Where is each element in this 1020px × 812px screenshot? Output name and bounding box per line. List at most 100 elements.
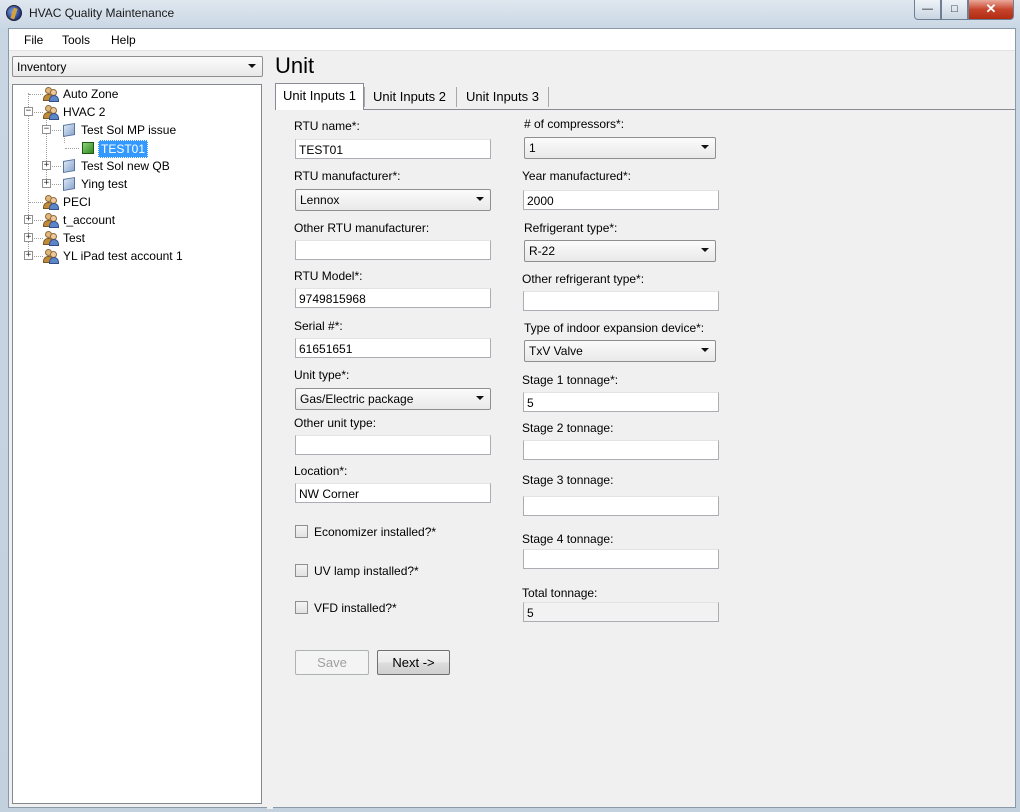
- menu-help[interactable]: Help: [111, 33, 136, 47]
- expand-icon[interactable]: +: [24, 215, 33, 224]
- save-button[interactable]: Save: [295, 650, 369, 675]
- tab-unit-inputs-1[interactable]: Unit Inputs 1: [275, 83, 364, 110]
- maximize-button[interactable]: □: [941, 0, 968, 20]
- tree-item-test-sol-new-qb[interactable]: + Test Sol new QB: [13, 157, 261, 175]
- tree-item-hvac-2[interactable]: − HVAC 2: [13, 103, 261, 121]
- chevron-down-icon: [701, 348, 709, 352]
- compressors-dropdown[interactable]: 1: [524, 137, 716, 159]
- tab-unit-inputs-3[interactable]: Unit Inputs 3: [459, 85, 546, 109]
- chevron-down-icon: [248, 64, 256, 68]
- uv-lamp-label: UV lamp installed?*: [314, 564, 419, 578]
- collapse-icon[interactable]: −: [42, 125, 51, 134]
- other-unit-type-input[interactable]: [295, 435, 491, 455]
- tree-item-peci[interactable]: PECI: [13, 193, 261, 211]
- tree-item-label: Auto Zone: [63, 87, 119, 101]
- menu-file[interactable]: File: [24, 33, 43, 47]
- account-icon: [43, 230, 59, 246]
- tree-connector: [52, 130, 61, 131]
- tree-item-label: Test Sol MP issue: [81, 123, 177, 137]
- site-icon: [61, 158, 77, 174]
- inventory-dropdown-value: Inventory: [17, 60, 67, 74]
- unit-type-dropdown[interactable]: Gas/Electric package: [295, 388, 491, 410]
- tree-item-yl-ipad-test-account-1[interactable]: + YL iPad test account 1: [13, 247, 261, 265]
- collapse-icon[interactable]: −: [24, 107, 33, 116]
- tab-divider: [456, 87, 457, 107]
- rtu-model-input[interactable]: 9749815968: [295, 288, 491, 308]
- account-icon: [43, 248, 59, 264]
- window-title: HVAC Quality Maintenance: [29, 6, 175, 20]
- chevron-down-icon: [476, 396, 484, 400]
- year-manufactured-input[interactable]: 2000: [523, 190, 719, 210]
- expand-icon[interactable]: +: [24, 233, 33, 242]
- location-label: Location*:: [294, 464, 348, 478]
- tree-item-label: TEST01: [98, 140, 149, 158]
- tree-item-label: YL iPad test account 1: [63, 249, 183, 263]
- page-title: Unit: [275, 53, 315, 78]
- vfd-checkbox[interactable]: [295, 601, 308, 614]
- other-unit-type-label: Other unit type:: [294, 416, 377, 430]
- other-refrigerant-label: Other refrigerant type*:: [522, 272, 645, 286]
- rtu-manufacturer-value: Lennox: [300, 193, 340, 207]
- rtu-model-label: RTU Model*:: [294, 269, 363, 283]
- sidebar: Inventory Auto Zone − HVAC 2 − Test Sol …: [9, 51, 267, 809]
- tree-item-label: Test: [63, 231, 86, 245]
- close-button[interactable]: ✕: [968, 0, 1014, 20]
- stage1-input[interactable]: 5: [523, 392, 719, 412]
- stage4-label: Stage 4 tonnage:: [522, 532, 614, 546]
- tree-item-auto-zone[interactable]: Auto Zone: [13, 85, 261, 103]
- stage4-input[interactable]: [523, 549, 719, 569]
- menu-tools[interactable]: Tools: [62, 33, 90, 47]
- tree-item-t-account[interactable]: + t_account: [13, 211, 261, 229]
- refrigerant-type-dropdown[interactable]: R-22: [524, 240, 716, 262]
- tab-underline: [275, 109, 1015, 110]
- uv-lamp-checkbox[interactable]: [295, 564, 308, 577]
- unit-icon: [80, 140, 96, 156]
- expand-icon[interactable]: +: [42, 179, 51, 188]
- site-icon: [61, 176, 77, 192]
- refrigerant-type-value: R-22: [529, 244, 556, 258]
- refrigerant-type-label: Refrigerant type*:: [524, 221, 618, 235]
- tree-item-ying-test[interactable]: + Ying test: [13, 175, 261, 193]
- chevron-down-icon: [476, 197, 484, 201]
- unit-type-label: Unit type*:: [294, 368, 350, 382]
- account-icon: [43, 86, 59, 102]
- expand-icon[interactable]: +: [24, 251, 33, 260]
- stage3-input[interactable]: [523, 496, 719, 516]
- tree-item-label: t_account: [63, 213, 116, 227]
- tab-unit-inputs-2[interactable]: Unit Inputs 2: [366, 85, 453, 109]
- tree-connector: [52, 184, 61, 185]
- minimize-button[interactable]: —: [914, 0, 941, 20]
- account-icon: [43, 104, 59, 120]
- other-rtu-manufacturer-label: Other RTU manufacturer:: [294, 221, 430, 235]
- inventory-tree[interactable]: Auto Zone − HVAC 2 − Test Sol MP issue T…: [12, 84, 262, 804]
- economizer-checkbox[interactable]: [295, 525, 308, 538]
- other-rtu-manufacturer-input[interactable]: [295, 240, 491, 260]
- other-refrigerant-input[interactable]: [523, 291, 719, 311]
- tree-connector: [52, 166, 61, 167]
- chevron-down-icon: [701, 248, 709, 252]
- stage3-label: Stage 3 tonnage:: [522, 473, 614, 487]
- location-input[interactable]: NW Corner: [295, 483, 491, 503]
- inventory-dropdown[interactable]: Inventory: [12, 56, 263, 77]
- tree-item-label: Ying test: [81, 177, 128, 191]
- tree-connector: [34, 256, 43, 257]
- total-tonnage-label: Total tonnage:: [522, 586, 598, 600]
- vfd-label: VFD installed?*: [314, 601, 397, 615]
- tree-item-label: PECI: [63, 195, 92, 209]
- next-button[interactable]: Next ->: [377, 650, 450, 675]
- stage2-input[interactable]: [523, 440, 719, 460]
- menu-bar: File Tools Help: [9, 29, 1015, 51]
- title-bar[interactable]: HVAC Quality Maintenance — □ ✕: [0, 0, 1020, 28]
- expansion-device-dropdown[interactable]: TxV Valve: [524, 340, 716, 362]
- account-icon: [43, 212, 59, 228]
- serial-input[interactable]: 61651651: [295, 338, 491, 358]
- expand-icon[interactable]: +: [42, 161, 51, 170]
- tree-connector: [29, 202, 43, 203]
- tree-item-test01[interactable]: TEST01: [13, 139, 261, 158]
- rtu-manufacturer-dropdown[interactable]: Lennox: [295, 189, 491, 211]
- site-icon: [61, 122, 77, 138]
- tree-item-test-sol-mp-issue[interactable]: − Test Sol MP issue: [13, 121, 261, 139]
- rtu-name-input[interactable]: TEST01: [295, 139, 491, 159]
- globe-app-icon: [6, 5, 22, 21]
- tree-item-test[interactable]: + Test: [13, 229, 261, 247]
